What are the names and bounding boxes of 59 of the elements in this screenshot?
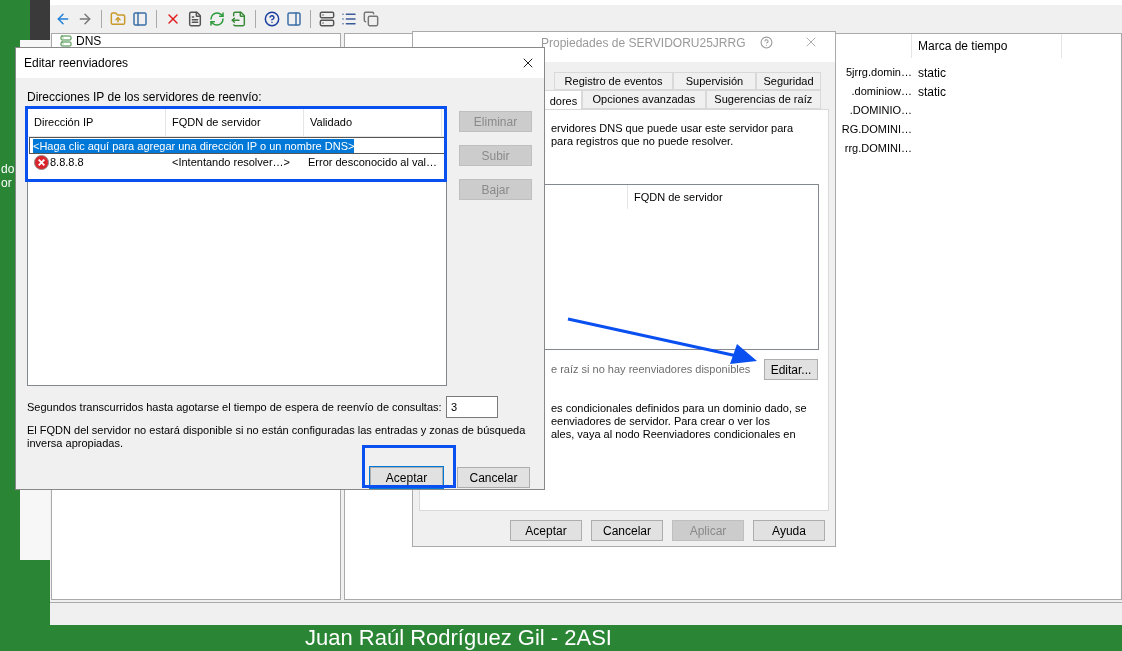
document-icon[interactable] [187, 11, 203, 27]
new-entry-text: <Haga clic aquí para agregar una dirección IP o un nombre DNS> [33, 138, 355, 153]
root-hints-label: e raíz si no hay reenviadores disponibles [551, 362, 751, 378]
intro-text: para registros que no puede resolver. [551, 135, 734, 148]
note-text: es condicionales definidos para un dominio dado, se [551, 402, 807, 415]
list-cell-text: <Intentando resolver…> [171, 155, 292, 171]
server-icon[interactable] [319, 11, 335, 27]
window-title: Propiedades de SERVIDORU25JRRG [540, 35, 746, 52]
wallpaper-caption: Juan Raúl Rodríguez Gil - 2ASI [305, 626, 612, 650]
timeout-field[interactable]: 3 [446, 396, 498, 418]
column-header[interactable]: FQDN de servidor [172, 114, 261, 131]
tab[interactable]: Registro de eventos [554, 72, 673, 90]
dialog-button[interactable]: Cancelar [591, 520, 663, 541]
dialog-button[interactable]: Editar... [764, 359, 818, 380]
column-header[interactable]: Marca de tiempo [912, 34, 1062, 58]
server-icon [60, 35, 72, 47]
copy-icon[interactable] [363, 11, 379, 27]
column-header[interactable]: FQDN de servidor [628, 188, 723, 206]
list-cell-text: rrg.DOMINI… [844, 141, 912, 157]
dialog-button[interactable]: Cancelar [457, 467, 530, 488]
list-cell-text: Error desconocido al val… [307, 155, 438, 171]
background-window [30, 0, 50, 40]
column-header[interactable]: Validado [310, 114, 352, 131]
help-icon[interactable] [264, 11, 280, 27]
forward-icon[interactable] [77, 11, 93, 27]
back-icon[interactable] [55, 11, 71, 27]
tab[interactable]: Supervisión [673, 72, 756, 90]
list-label: Direcciones IP de los servidores de reenvío: [27, 90, 263, 104]
intro-text: ervidores DNS que puede usar este servidor para [551, 122, 794, 135]
panel-icon[interactable] [286, 11, 302, 27]
list-cell-text: static [917, 83, 946, 101]
fqdn-note: El FQDN del servidor no estará disponible si no están configuradas las entradas y zonas de búsqueda inversa apropiadas. [27, 424, 527, 450]
refresh-icon[interactable] [209, 11, 225, 27]
tab[interactable]: Sugerencias de raíz [705, 90, 821, 109]
list-cell-text: static [917, 64, 946, 82]
delete-icon[interactable] [165, 11, 181, 27]
timeout-label: Segundos transcurridos hasta agotarse el tiempo de espera de reenvío de consultas: [27, 399, 443, 415]
panel-icon[interactable] [132, 11, 148, 27]
tab[interactable]: Opciones avanzadas [582, 90, 706, 109]
note-text: eenviadores de servidor. Para crear o ver los [551, 415, 770, 428]
export-icon[interactable] [231, 11, 247, 27]
list-cell-text: .DOMINIO… [849, 103, 912, 119]
note-text: ales, vaya al nodo Reenviadores condicionales en [551, 428, 796, 441]
list-icon[interactable] [341, 11, 357, 27]
column-header[interactable]: Dirección IP [34, 114, 94, 131]
new-entry-field[interactable]: <Haga clic aquí para agregar una dirección IP o un nombre DNS> [29, 137, 445, 154]
dialog-button[interactable]: Ayuda [753, 520, 825, 541]
list-cell-text: 5jrrg.domin… [845, 65, 912, 81]
list-cell-text: 8.8.8.8 [50, 155, 84, 171]
tab[interactable]: Seguridad [756, 72, 821, 90]
list-cell-text: RG.DOMINI… [841, 122, 912, 138]
list-cell-text: .dominiow… [851, 84, 912, 100]
error-icon [34, 155, 49, 170]
dialog-title: Editar reenviadores [24, 55, 129, 72]
folder-icon[interactable] [110, 11, 126, 27]
desktop-icon-label: do [1, 162, 15, 176]
tree-item[interactable]: DNS [76, 35, 102, 47]
dialog-button[interactable]: Aceptar [510, 520, 582, 541]
desktop-icon-label: or [1, 176, 13, 190]
